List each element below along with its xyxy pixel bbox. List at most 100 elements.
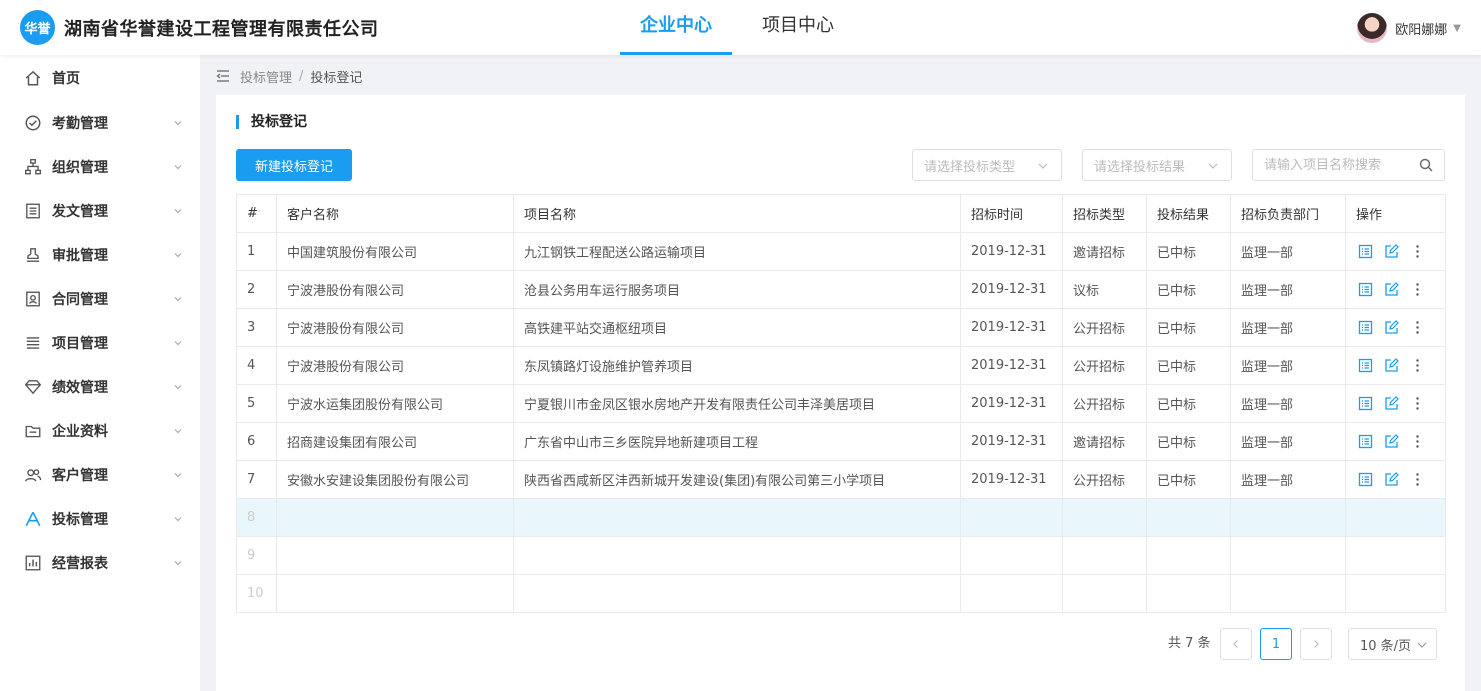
chevron-down-icon	[174, 209, 182, 214]
prev-page-button[interactable]	[1220, 628, 1252, 660]
sidebar-item-4[interactable]: 审批管理	[0, 233, 200, 277]
sidebar-item-label: 审批管理	[52, 248, 108, 264]
check-circle-icon	[25, 115, 41, 131]
chevron-down-icon	[174, 561, 182, 566]
table-row[interactable]: 2 宁波港股份有限公司 沧县公务用车运行服务项目 2019-12-31 议标 已中标 监理一…	[236, 270, 1446, 309]
search-icon[interactable]	[1419, 158, 1433, 172]
edit-icon[interactable]	[1382, 243, 1400, 261]
table-row[interactable]: 4 宁波港股份有限公司 东凤镇路灯设施维护管养项目 2019-12-31 公开招标 已中标…	[236, 346, 1446, 385]
view-details-icon[interactable]	[1356, 471, 1374, 489]
breadcrumb-separator: /	[299, 68, 304, 84]
table-cell: 监理一部	[1230, 460, 1346, 499]
table-cell: 7	[236, 460, 277, 499]
table-cell: 安徽水安建设集团股份有限公司	[276, 460, 514, 499]
sidebar-item-0[interactable]: 首页	[0, 55, 200, 101]
table-cell	[513, 536, 961, 575]
sidebar-item-2[interactable]: 组织管理	[0, 145, 200, 189]
more-options-icon[interactable]	[1408, 471, 1426, 489]
table-cell: 九江钢铁工程配送公路运输项目	[513, 232, 961, 271]
bid-result-placeholder: 请选择投标结果	[1094, 159, 1186, 175]
table-cell: 邀请招标	[1062, 422, 1147, 461]
more-options-icon[interactable]	[1408, 281, 1426, 299]
user-menu[interactable]: 欧阳娜娜 ▼	[1357, 13, 1461, 43]
more-options-icon[interactable]	[1408, 243, 1426, 261]
table-row: 9	[236, 536, 1446, 575]
company-logo[interactable]: 华誉	[20, 10, 55, 45]
table-cell	[960, 536, 1063, 575]
users-icon	[25, 469, 42, 482]
menu-fold-icon[interactable]	[216, 69, 230, 83]
column-header: 招标类型	[1062, 194, 1147, 233]
edit-icon[interactable]	[1382, 281, 1400, 299]
tab-enterprise-center[interactable]: 企业中心	[620, 0, 732, 55]
view-details-icon[interactable]	[1356, 357, 1374, 375]
sidebar-item-8[interactable]: 企业资料	[0, 409, 200, 453]
more-options-icon[interactable]	[1408, 433, 1426, 451]
table-cell: 监理一部	[1230, 346, 1346, 385]
edit-icon[interactable]	[1382, 357, 1400, 375]
new-bid-button[interactable]: 新建投标登记	[236, 149, 352, 181]
table-row[interactable]: 3 宁波港股份有限公司 高铁建平站交通枢纽项目 2019-12-31 公开招标 已中标 监理…	[236, 308, 1446, 347]
sidebar-item-label: 发文管理	[52, 204, 108, 220]
table-cell	[276, 536, 514, 575]
diamond-icon	[24, 380, 42, 395]
sidebar-item-3[interactable]: 发文管理	[0, 189, 200, 233]
edit-icon[interactable]	[1382, 395, 1400, 413]
search-input[interactable]	[1253, 150, 1403, 180]
stamp-icon	[26, 248, 40, 262]
sidebar-item-6[interactable]: 项目管理	[0, 321, 200, 365]
sidebar-item-label: 首页	[52, 71, 80, 87]
avatar[interactable]	[1357, 13, 1388, 43]
sidebar-item-10[interactable]: 投标管理	[0, 497, 200, 541]
edit-icon[interactable]	[1382, 433, 1400, 451]
view-details-icon[interactable]	[1356, 319, 1374, 337]
view-details-icon[interactable]	[1356, 433, 1374, 451]
more-options-icon[interactable]	[1408, 319, 1426, 337]
sidebar-item-11[interactable]: 经营报表	[0, 541, 200, 585]
table-cell: 2019-12-31	[960, 346, 1063, 385]
view-details-icon[interactable]	[1356, 243, 1374, 261]
more-options-icon[interactable]	[1408, 395, 1426, 413]
row-actions	[1345, 384, 1446, 423]
sidebar-item-9[interactable]: 客户管理	[0, 453, 200, 497]
org-chart-icon	[25, 159, 41, 175]
sidebar-item-label: 项目管理	[52, 336, 108, 352]
bid-type-placeholder: 请选择投标类型	[924, 159, 1016, 175]
next-page-button[interactable]	[1300, 628, 1332, 660]
view-details-icon[interactable]	[1356, 395, 1374, 413]
table-row[interactable]: 7 安徽水安建设集团股份有限公司 陕西省西咸新区沣西新城开发建设(集团)有限公司第三…	[236, 460, 1446, 499]
table-cell: 3	[236, 308, 277, 347]
breadcrumb-parent[interactable]: 投标管理	[240, 67, 292, 86]
table-row[interactable]: 6 招商建设集团有限公司 广东省中山市三乡医院异地新建项目工程 2019-12-31 邀…	[236, 422, 1446, 461]
table-cell: 广东省中山市三乡医院异地新建项目工程	[513, 422, 961, 461]
table-cell: 公开招标	[1062, 346, 1147, 385]
bid-type-select[interactable]: 请选择投标类型	[912, 149, 1062, 181]
chevron-down-icon	[174, 297, 182, 302]
table-row[interactable]: 5 宁波水运集团股份有限公司 宁夏银川市金凤区银水房地产开发有限责任公司丰泽美居项目…	[236, 384, 1446, 423]
table-row[interactable]: 1 中国建筑股份有限公司 九江钢铁工程配送公路运输项目 2019-12-31 邀请招标已…	[236, 232, 1446, 271]
table-cell: 10	[236, 574, 277, 613]
table-cell	[276, 574, 514, 613]
table-cell: 2019-12-31	[960, 270, 1063, 309]
table-cell: 沧县公务用车运行服务项目	[513, 270, 961, 309]
page-size-select[interactable]: 10 条/页	[1348, 628, 1437, 660]
view-details-icon[interactable]	[1356, 281, 1374, 299]
page-number-button[interactable]: 1	[1260, 628, 1292, 660]
edit-icon[interactable]	[1382, 319, 1400, 337]
edit-icon[interactable]	[1382, 471, 1400, 489]
table-cell: 宁波水运集团股份有限公司	[276, 384, 514, 423]
table-row: 10	[236, 574, 1446, 613]
sidebar-item-5[interactable]: 合同管理	[0, 277, 200, 321]
sidebar-item-1[interactable]: 考勤管理	[0, 101, 200, 145]
tab-project-center[interactable]: 项目中心	[742, 0, 854, 55]
more-options-icon[interactable]	[1408, 357, 1426, 375]
sidebar-item-7[interactable]: 绩效管理	[0, 365, 200, 409]
column-header: 招标时间	[960, 194, 1063, 233]
table-cell: 宁波港股份有限公司	[276, 308, 514, 347]
top-header: 华誉 湖南省华誉建设工程管理有限责任公司 企业中心 项目中心 欧阳娜娜 ▼	[0, 0, 1481, 55]
bid-result-select[interactable]: 请选择投标结果	[1082, 149, 1232, 181]
user-name[interactable]: 欧阳娜娜	[1395, 19, 1447, 38]
table-cell: 已中标	[1146, 308, 1231, 347]
table-cell	[960, 574, 1063, 613]
caret-down-icon[interactable]: ▼	[1453, 23, 1461, 34]
